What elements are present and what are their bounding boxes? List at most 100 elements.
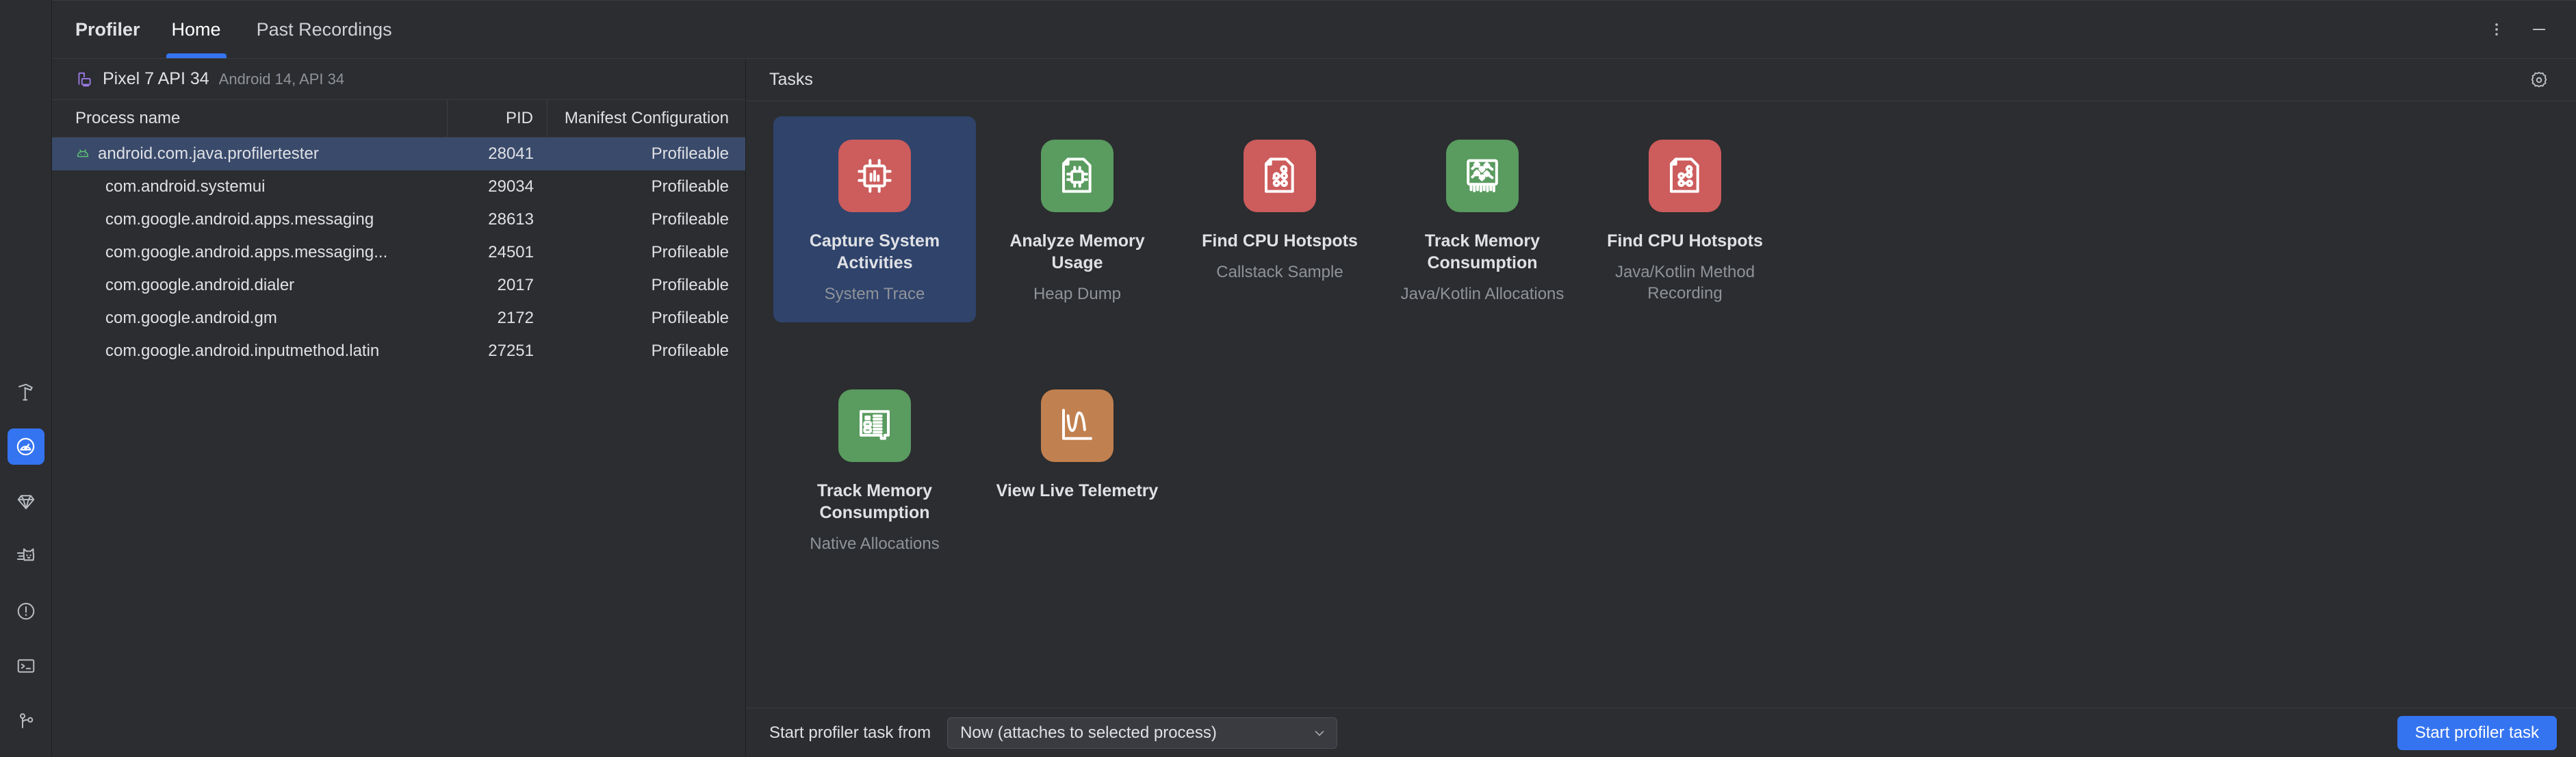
task-card-track-memory-java-kotlin[interactable]: Track Memory Consumption Java/Kotlin All… — [1381, 116, 1584, 322]
process-name-label: com.google.android.gm — [105, 309, 277, 327]
vertical-ellipsis-icon[interactable] — [2479, 12, 2514, 47]
tab-past-recordings[interactable]: Past Recordings — [239, 1, 410, 58]
process-config-cell: Profileable — [651, 276, 729, 294]
build-hammer-icon[interactable] — [8, 374, 44, 410]
process-pid-cell: 28041 — [488, 144, 534, 163]
task-title: Track Memory Consumption — [1424, 231, 1541, 272]
tool-rail — [0, 0, 52, 757]
table-row[interactable]: android.com.java.profilertester 28041 Pr… — [52, 138, 745, 170]
process-pid-cell: 2172 — [497, 309, 534, 327]
process-config-cell: Profileable — [651, 210, 729, 229]
gear-icon[interactable] — [2521, 62, 2557, 98]
tab-list: Profiler Home Past Recordings — [52, 1, 410, 58]
process-name-label: android.com.java.profilertester — [98, 144, 319, 163]
process-name-cell: com.android.systemui — [52, 177, 448, 196]
process-name-cell: com.google.android.dialer — [52, 276, 448, 295]
task-subtitle: Java/Kotlin Method Recording — [1614, 263, 1755, 303]
table-row[interactable]: com.google.android.inputmethod.latin 272… — [52, 335, 745, 368]
device-details: Android 14, API 34 — [218, 70, 345, 88]
table-row[interactable]: com.google.android.apps.messaging... 245… — [52, 236, 745, 269]
profiler-gauge-icon[interactable] — [7, 428, 44, 465]
task-card-find-cpu-hotspots-callstack[interactable]: Find CPU Hotspots Callstack Sample — [1178, 116, 1381, 322]
process-pid-cell: 29034 — [488, 177, 534, 196]
task-grid: Capture System Activities System Trace A… — [773, 116, 2549, 575]
minimize-icon[interactable] — [2521, 12, 2557, 47]
gradle-gem-icon[interactable] — [8, 483, 44, 519]
line-chart-icon — [1041, 389, 1113, 463]
android-robot-icon — [75, 146, 90, 162]
column-header-manifest-configuration[interactable]: Manifest Configuration — [548, 100, 745, 137]
task-card-analyze-memory-usage[interactable]: Analyze Memory Usage Heap Dump — [976, 116, 1178, 322]
task-title: Capture System Activities — [809, 231, 940, 272]
task-title: Find CPU Hotspots — [1607, 231, 1763, 251]
task-subtitle: Native Allocations — [810, 535, 940, 554]
device-phone-icon — [75, 70, 93, 88]
tasks-body: Capture System Activities System Trace A… — [746, 101, 2576, 708]
process-panel: Pixel 7 API 34 Android 14, API 34 Proces… — [52, 59, 746, 757]
start-from-dropdown[interactable]: Now (attaches to selected process) — [947, 717, 1338, 749]
profiler-split: Pixel 7 API 34 Android 14, API 34 Proces… — [52, 59, 2576, 757]
process-table-header: Process name PID Manifest Configuration — [52, 100, 745, 138]
table-row[interactable]: com.android.systemui 29034 Profileable — [52, 170, 745, 203]
tabbar-actions — [2479, 1, 2576, 58]
task-card-capture-system-activities[interactable]: Capture System Activities System Trace — [773, 116, 976, 323]
task-card-view-live-telemetry[interactable]: View Live Telemetry — [976, 366, 1178, 572]
task-grid-row-2: Track Memory Consumption Native Allocati… — [773, 366, 2549, 575]
problems-warning-icon[interactable] — [8, 593, 44, 629]
process-name-cell: com.google.android.apps.messaging... — [52, 243, 448, 262]
tasks-bottom-bar: Start profiler task from Now (attaches t… — [746, 708, 2576, 757]
start-profiler-task-button[interactable]: Start profiler task — [2397, 715, 2557, 750]
profiler-window: Profiler Home Past Recordings Pixel 7 AP… — [0, 0, 2576, 757]
process-name-label: com.google.android.apps.messaging... — [105, 243, 388, 261]
process-pid-cell: 24501 — [488, 243, 534, 261]
tab-home[interactable]: Home — [154, 1, 239, 58]
process-config-cell: Profileable — [651, 309, 729, 327]
process-config-cell: Profileable — [651, 243, 729, 261]
task-title: Find CPU Hotspots — [1202, 231, 1358, 251]
process-name-cell: com.google.android.inputmethod.latin — [52, 342, 448, 361]
process-list: android.com.java.profilertester 28041 Pr… — [52, 138, 745, 757]
tasks-panel: Tasks Capture System Activities System T… — [746, 59, 2576, 757]
process-config-cell: Profileable — [651, 144, 729, 163]
process-pid-cell: 28613 — [488, 210, 534, 229]
task-card-track-memory-native[interactable]: Track Memory Consumption Native Allocati… — [773, 366, 976, 572]
process-name-label: com.google.android.dialer — [105, 276, 295, 294]
version-control-branch-icon[interactable] — [8, 702, 44, 739]
page-title: Profiler — [75, 18, 140, 40]
document-callgraph-icon — [1649, 140, 1721, 212]
start-from-value: Now (attaches to selected process) — [960, 723, 1217, 742]
process-name-label: com.android.systemui — [105, 177, 266, 196]
device-name: Pixel 7 API 34 — [103, 69, 209, 88]
column-header-process-name[interactable]: Process name — [52, 100, 448, 137]
column-header-pid[interactable]: PID — [448, 100, 548, 137]
process-name-cell: com.google.android.gm — [52, 309, 448, 328]
task-subtitle: Callstack Sample — [1216, 263, 1343, 281]
device-selector[interactable]: Pixel 7 API 34 Android 14, API 34 — [52, 59, 745, 100]
document-chip-icon — [1041, 140, 1113, 212]
document-nodes-icon — [1244, 140, 1316, 212]
table-row[interactable]: com.google.android.apps.messaging 28613 … — [52, 203, 745, 236]
process-config-cell: Profileable — [651, 177, 729, 196]
task-subtitle: Heap Dump — [1033, 285, 1122, 303]
task-subtitle: System Trace — [824, 285, 925, 303]
cpu-chip-chart-icon — [838, 140, 911, 212]
table-row[interactable]: com.google.android.dialer 2017 Profileab… — [52, 269, 745, 302]
task-subtitle: Java/Kotlin Allocations — [1400, 285, 1564, 303]
task-card-find-cpu-hotspots-method-recording[interactable]: Find CPU Hotspots Java/Kotlin Method Rec… — [1584, 116, 1786, 322]
table-row[interactable]: com.google.android.gm 2172 Profileable — [52, 302, 745, 335]
tasks-title: Tasks — [769, 70, 813, 89]
process-name-cell: android.com.java.profilertester — [52, 144, 448, 164]
process-name-cell: com.google.android.apps.messaging — [52, 210, 448, 229]
profiler-tabbar: Profiler Home Past Recordings — [52, 1, 2576, 59]
process-pid-cell: 27251 — [488, 342, 534, 360]
ram-module-icon — [838, 389, 911, 463]
task-title: View Live Telemetry — [996, 481, 1159, 501]
chevron-down-icon — [1297, 726, 1327, 741]
task-title: Track Memory Consumption — [816, 481, 933, 523]
process-name-label: com.google.android.inputmethod.latin — [105, 342, 380, 360]
task-title: Analyze Memory Usage — [1009, 231, 1145, 272]
process-config-cell: Profileable — [651, 342, 729, 360]
start-from-label: Start profiler task from — [769, 723, 931, 742]
terminal-icon[interactable] — [8, 647, 44, 684]
logcat-cat-icon[interactable] — [8, 538, 44, 574]
